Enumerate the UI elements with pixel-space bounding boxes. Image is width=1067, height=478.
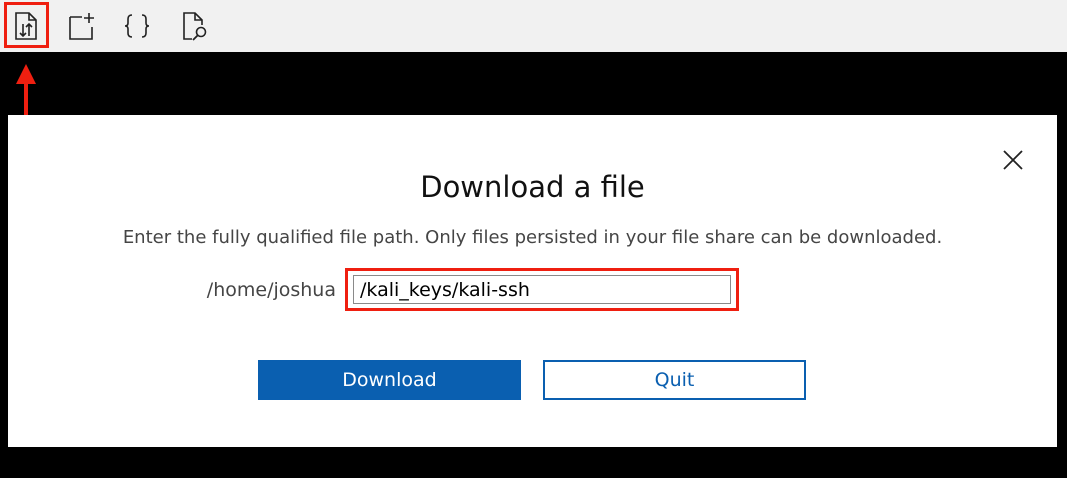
file-search-icon	[183, 12, 207, 41]
toolbar	[0, 0, 1067, 52]
braces-button[interactable]	[117, 6, 157, 46]
download-button[interactable]: Download	[258, 360, 521, 400]
new-file-button[interactable]	[62, 6, 102, 46]
download-dialog: Download a file Enter the fully qualifie…	[8, 115, 1057, 447]
new-file-icon	[69, 13, 94, 40]
dialog-description: Enter the fully qualified file path. Onl…	[122, 227, 943, 248]
quit-button[interactable]: Quit	[543, 360, 806, 400]
path-prefix-label: /home/joshua	[206, 279, 336, 301]
braces-icon	[124, 14, 150, 38]
dialog-title: Download a file	[420, 170, 645, 204]
annotation-input-highlight	[345, 268, 739, 311]
annotation-highlight-box	[4, 2, 49, 48]
file-search-button[interactable]	[174, 6, 214, 46]
file-path-input[interactable]	[353, 275, 731, 304]
